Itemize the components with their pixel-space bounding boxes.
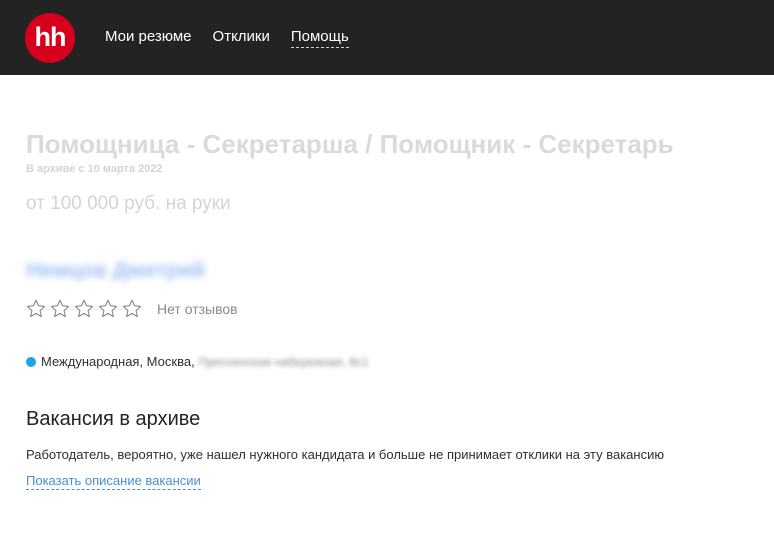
star-empty-icon [74, 299, 94, 318]
archive-notice: Работодатель, вероятно, уже нашел нужног… [26, 447, 665, 462]
vacancy-content: Помощница - Секретарша / Помощник - Секр… [0, 129, 774, 490]
star-empty-icon [122, 299, 142, 318]
show-description-link[interactable]: Показать описание вакансии [26, 473, 201, 490]
metro-station-icon [26, 356, 36, 367]
rating-stars[interactable] [26, 299, 142, 318]
nav-my-resumes[interactable]: Мои резюме [105, 27, 192, 48]
reviews-count[interactable]: Нет отзывов [157, 301, 238, 317]
star-empty-icon [50, 299, 70, 318]
main-nav: Мои резюме Отклики Помощь [105, 27, 349, 48]
company-name-link[interactable]: Немцов Дмитрий [26, 259, 205, 283]
hh-logo[interactable]: hh [25, 12, 75, 63]
vacancy-title: Помощница - Секретарша / Помощник - Секр… [26, 129, 674, 159]
vacancy-salary: от 100 000 руб. на руки [26, 193, 231, 214]
star-empty-icon [98, 299, 118, 318]
metro-station: Международная, Москва, [41, 354, 195, 369]
street-address: Пресненская набережная, 8с1 [198, 354, 369, 369]
vacancy-address: Международная, Москва, Пресненская набер… [26, 354, 748, 369]
star-empty-icon [26, 299, 46, 318]
nav-responses[interactable]: Отклики [213, 27, 270, 48]
nav-help[interactable]: Помощь [290, 27, 349, 48]
employer-rating: Нет отзывов [26, 299, 748, 318]
archived-date: В архиве с 10 марта 2022 [26, 163, 163, 175]
archive-section-title: Вакансия в архиве [26, 408, 201, 430]
top-header: hh Мои резюме Отклики Помощь [0, 0, 774, 75]
